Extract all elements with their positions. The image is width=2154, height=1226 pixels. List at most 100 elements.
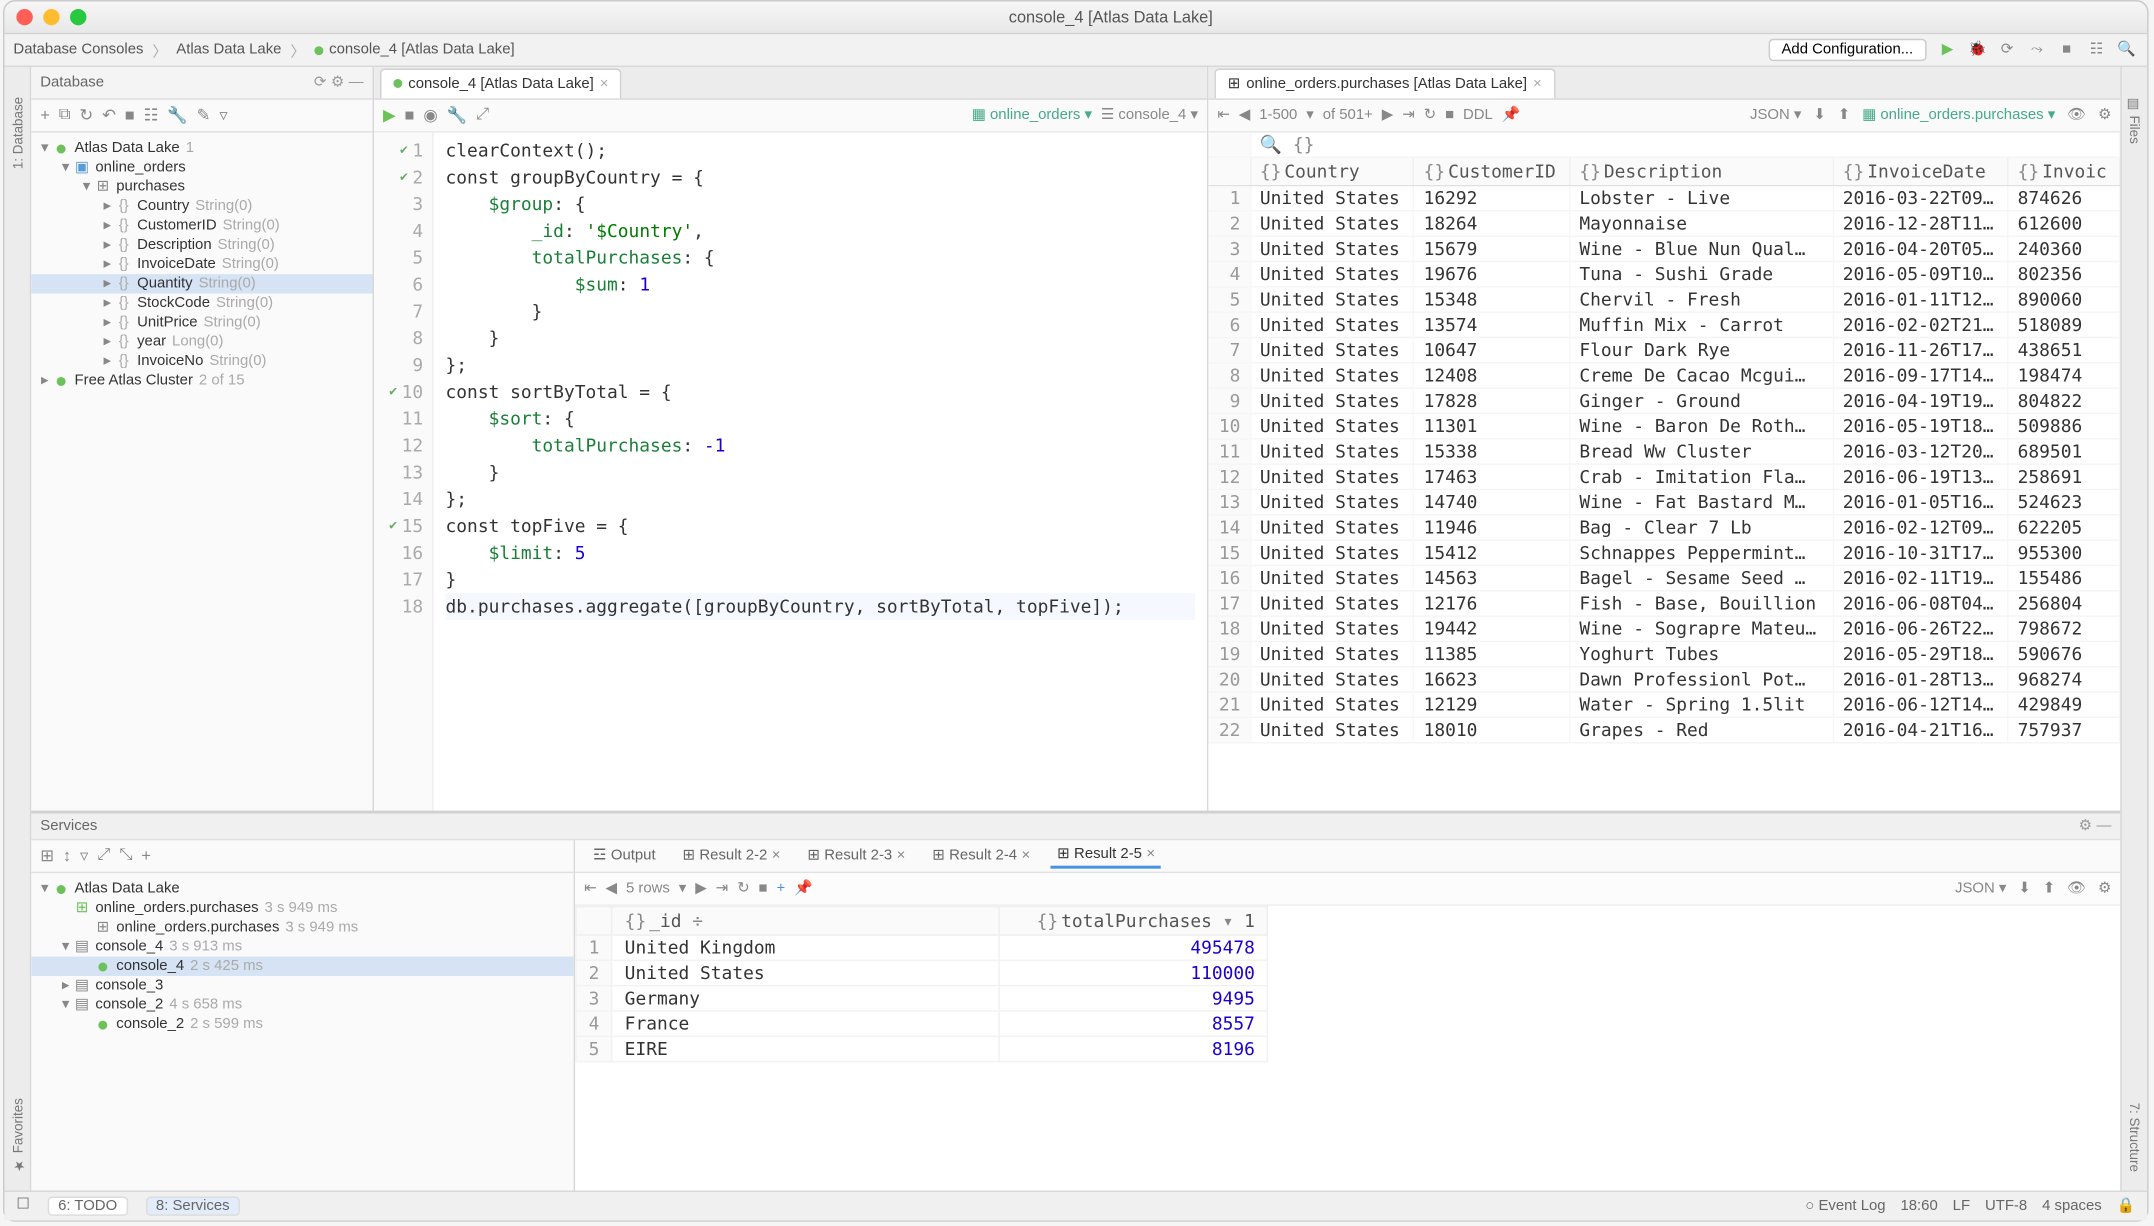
last-page-icon[interactable]: ⇥: [1402, 107, 1415, 123]
files-stripe-tab[interactable]: ▤ Files: [2127, 97, 2142, 144]
todo-tool-button[interactable]: 6: TODO: [48, 1196, 128, 1215]
code-body[interactable]: clearContext();const groupByCountry = { …: [434, 133, 1207, 811]
filter-icon[interactable]: ▿: [219, 106, 227, 125]
expand-icon[interactable]: ▾: [37, 881, 52, 897]
tree-row[interactable]: ▸{}CountryString(0): [31, 197, 372, 216]
tree-row[interactable]: ⊞online_orders.purchases3 s 949 ms: [31, 898, 573, 917]
first-page-icon[interactable]: ⇤: [584, 881, 597, 897]
view-mode-selector[interactable]: JSON ▾: [1955, 881, 2006, 897]
search-icon[interactable]: 🔍: [1260, 134, 1282, 155]
table-row[interactable]: 22United States18010Grapes - Red2016-04-…: [1208, 717, 2119, 742]
event-log-button[interactable]: ○ Event Log: [1805, 1198, 1885, 1214]
table-row[interactable]: 19United States11385Yoghurt Tubes2016-05…: [1208, 641, 2119, 666]
first-page-icon[interactable]: ⇤: [1217, 107, 1230, 123]
next-page-icon[interactable]: ▶: [695, 881, 706, 897]
favorites-stripe-tab[interactable]: ★ Favorites: [10, 1099, 25, 1173]
diff-icon[interactable]: ☷: [144, 106, 159, 125]
table-row[interactable]: 21United States12129Water - Spring 1.5li…: [1208, 692, 2119, 717]
table-row[interactable]: 18United States19442Wine - Sograpre Mate…: [1208, 616, 2119, 641]
editor-tab[interactable]: console_4 [Atlas Data Lake] ×: [380, 68, 622, 98]
lock-icon[interactable]: 🔒: [2117, 1198, 2136, 1214]
profile-icon[interactable]: ⤳: [2025, 38, 2049, 62]
expand-icon[interactable]: ▾: [58, 997, 73, 1013]
run-icon[interactable]: ▶: [1936, 38, 1960, 62]
expand-icon[interactable]: ▾: [58, 939, 73, 955]
pin-icon[interactable]: 📌: [1502, 107, 1521, 123]
expand-icon[interactable]: ▸: [37, 373, 52, 389]
tree-row[interactable]: ▾Atlas Data Lake1: [31, 139, 372, 158]
table-row[interactable]: 1United States16292Lobster - Live2016-03…: [1208, 186, 2119, 211]
services-tree[interactable]: ▾Atlas Data Lake ⊞online_orders.purchase…: [31, 873, 573, 1190]
download-icon[interactable]: ⬇: [2018, 881, 2031, 897]
expand-icon[interactable]: ▾: [58, 159, 73, 175]
table-row[interactable]: 5United States15348Chervil - Fresh2016-0…: [1208, 287, 2119, 312]
tree-row[interactable]: ▸{}InvoiceDateString(0): [31, 255, 372, 274]
prev-page-icon[interactable]: ◀: [606, 881, 617, 897]
tree-row[interactable]: ▾⊞purchases: [31, 177, 372, 196]
structure-stripe-tab[interactable]: 7: Structure: [2127, 1103, 2142, 1172]
gear-icon[interactable]: ⚙: [2098, 881, 2111, 897]
table-row[interactable]: 4France8557: [576, 1011, 1268, 1036]
add-icon[interactable]: +: [141, 847, 151, 865]
tree-row[interactable]: ▾▤console_24 s 658 ms: [31, 995, 573, 1014]
layout2-icon[interactable]: ⤡: [119, 846, 132, 865]
close-icon[interactable]: ×: [1533, 75, 1542, 91]
expand-icon[interactable]: ▾: [79, 179, 94, 195]
result-tab[interactable]: ⊞ Result 2-5 ×: [1051, 843, 1161, 868]
database-tree[interactable]: ▾Atlas Data Lake1▾▣online_orders▾⊞purcha…: [31, 133, 372, 811]
filter-icon[interactable]: ▿: [80, 846, 88, 865]
table-row[interactable]: 9United States17828Ginger - Ground2016-0…: [1208, 388, 2119, 413]
layout-icon[interactable]: ⤢: [97, 846, 110, 865]
caret-position[interactable]: 18:60: [1900, 1198, 1937, 1214]
database-stripe-tab[interactable]: 1: Database: [10, 97, 25, 169]
rows-label[interactable]: 5 rows: [626, 881, 670, 897]
statusbar-menu-icon[interactable]: ☐: [16, 1196, 29, 1215]
table-row[interactable]: 14United States11946Bag - Clear 7 Lb2016…: [1208, 515, 2119, 540]
table-row[interactable]: 16United States14563Bagel - Sesame Seed …: [1208, 565, 2119, 590]
add-row-icon[interactable]: +: [776, 881, 785, 897]
tree-row[interactable]: ▸{}CustomerIDString(0): [31, 216, 372, 235]
console-selector[interactable]: ☰ console_4 ▾: [1101, 107, 1198, 123]
tree-row[interactable]: ▸▤console_3: [31, 976, 573, 995]
expand-icon[interactable]: ▸: [100, 256, 115, 272]
tree-icon[interactable]: ⊞: [40, 846, 54, 865]
indent[interactable]: 4 spaces: [2042, 1198, 2102, 1214]
services-tool-button[interactable]: 8: Services: [145, 1196, 240, 1215]
tree-row[interactable]: ▸{}yearLong(0): [31, 332, 372, 351]
table-row[interactable]: 1United Kingdom495478: [576, 935, 1268, 960]
collapse-icon[interactable]: —: [349, 75, 364, 91]
close-icon[interactable]: ×: [600, 75, 609, 91]
tree-row[interactable]: ▸{}UnitPriceString(0): [31, 313, 372, 332]
result-tab[interactable]: ⊞ Result 2-3 ×: [801, 845, 911, 867]
stop-icon[interactable]: ■: [759, 881, 768, 897]
table-row[interactable]: 15United States15412Schnappes Peppermint…: [1208, 540, 2119, 565]
encoding[interactable]: UTF-8: [1985, 1198, 2027, 1214]
expand-icon[interactable]: ▸: [100, 314, 115, 330]
breadcrumb-item[interactable]: Database Consoles: [13, 42, 143, 58]
tree-row[interactable]: ▸{}InvoiceNoString(0): [31, 352, 372, 371]
table-row[interactable]: 13United States14740Wine - Fat Bastard M…: [1208, 489, 2119, 514]
stop-icon[interactable]: ■: [405, 107, 415, 125]
table-row[interactable]: 10United States11301Wine - Baron De Roth…: [1208, 413, 2119, 438]
tree-row[interactable]: console_42 s 425 ms: [31, 957, 573, 976]
zoom-window-icon[interactable]: [70, 9, 86, 25]
reload-icon[interactable]: ↻: [737, 881, 750, 897]
expand-icon[interactable]: ▸: [100, 353, 115, 369]
download-icon[interactable]: ⬇: [1813, 107, 1826, 123]
services-result-grid[interactable]: {}_id ÷{}totalPurchases ▾ 11United Kingd…: [575, 906, 2120, 1191]
expand-icon[interactable]: ▸: [100, 198, 115, 214]
schema-selector[interactable]: ▦ online_orders ▾: [972, 107, 1092, 123]
table-row[interactable]: 3Germany9495: [576, 986, 1268, 1011]
close-icon[interactable]: ×: [897, 848, 906, 864]
gear-icon[interactable]: ⚙: [2079, 818, 2092, 834]
close-window-icon[interactable]: [16, 9, 32, 25]
table-row[interactable]: 7United States10647Flour Dark Rye2016-11…: [1208, 337, 2119, 362]
ddl-button[interactable]: DDL: [1463, 107, 1493, 123]
expand-icon[interactable]: ▸: [100, 334, 115, 350]
expand-icon[interactable]: ▾: [37, 140, 52, 156]
add-icon[interactable]: +: [40, 107, 50, 125]
table-row[interactable]: 2United States110000: [576, 960, 1268, 985]
table-row[interactable]: 20United States16623Dawn Professionl Pot…: [1208, 667, 2119, 692]
wrench-icon[interactable]: 🔧: [167, 106, 187, 125]
next-page-icon[interactable]: ▶: [1382, 107, 1393, 123]
